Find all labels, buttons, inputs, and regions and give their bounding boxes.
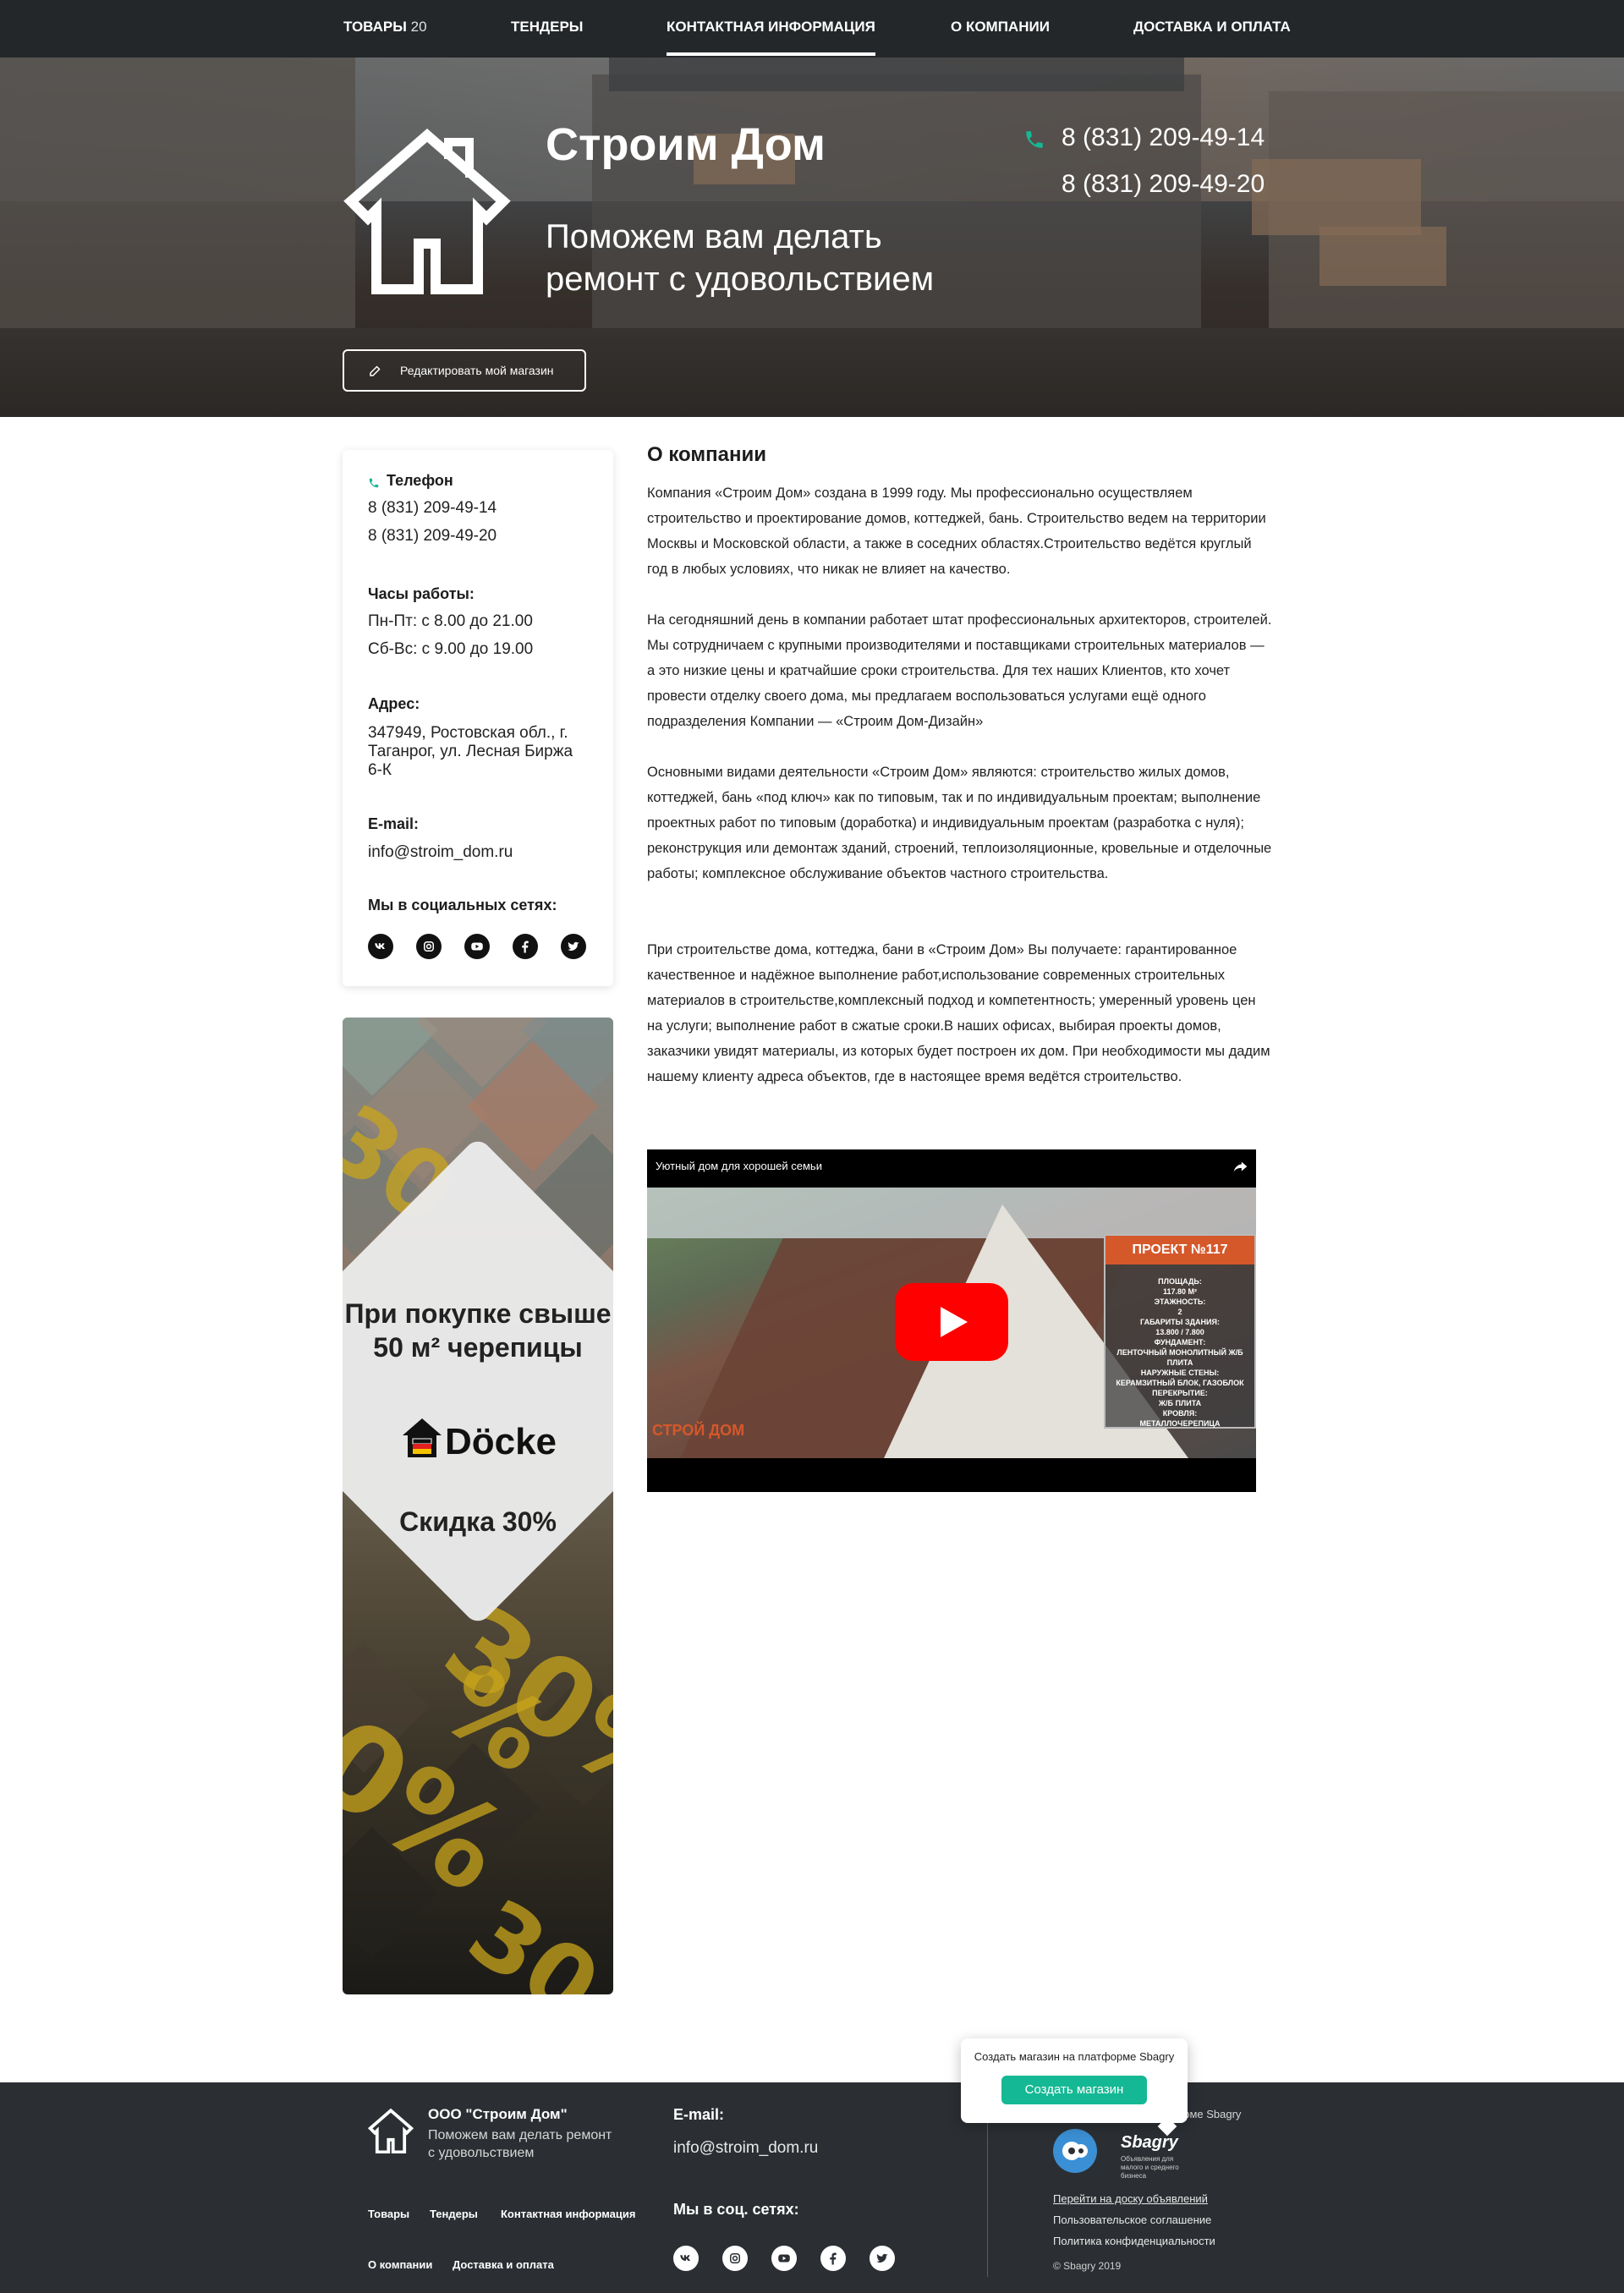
footer-email-label: E-mail: — [673, 2106, 725, 2123]
docke-house-icon — [402, 1418, 442, 1457]
instagram-icon[interactable] — [416, 934, 442, 959]
facebook-icon[interactable] — [513, 934, 538, 959]
house-logo-icon — [368, 2108, 414, 2153]
link-board[interactable]: Перейти на доску объявлений — [1053, 2192, 1208, 2205]
footer: ООО "Строим Дом" Поможем вам делать ремо… — [0, 2082, 1624, 2293]
contact-card: Телефон 8 (831) 209-49-14 8 (831) 209-49… — [343, 450, 613, 986]
nav-products-count: 20 — [410, 19, 427, 35]
sbagry-logo-icon — [1053, 2129, 1097, 2173]
footer-link-contacts[interactable]: Контактная информация — [501, 2208, 635, 2220]
edit-store-label: Редактировать мой магазин — [400, 364, 554, 377]
nav-item-about[interactable]: О КОМПАНИИ — [951, 0, 1050, 58]
project-specs: ПЛОЩАДЬ: 117.80 М² ЭТАЖНОСТЬ: 2 ГАБАРИТЫ… — [1116, 1277, 1244, 1428]
hero-phone-2[interactable]: 8 (831) 209-49-20 — [1062, 170, 1265, 199]
top-navigation: ТОВАРЫ 20 ТЕНДЕРЫ КОНТАКТНАЯ ИНФОРМАЦИЯ … — [0, 0, 1624, 58]
footer-link-delivery[interactable]: Доставка и оплата — [453, 2258, 554, 2271]
nav-item-tenders[interactable]: ТЕНДЕРЫ — [511, 0, 583, 58]
video-watermark: СТРОЙ ДОМ — [652, 1422, 745, 1439]
promo-banner[interactable]: 30 % 30% 0% 30 При покупке свыше 50 м² ч… — [343, 1018, 613, 1994]
link-user-agreement[interactable]: Пользовательское соглашение — [1053, 2213, 1211, 2226]
instagram-icon[interactable] — [722, 2246, 748, 2271]
nav-item-products[interactable]: ТОВАРЫ 20 — [343, 0, 427, 58]
about-title: О компании — [647, 443, 766, 466]
footer-link-products[interactable]: Товары — [368, 2208, 409, 2220]
vk-icon[interactable] — [368, 934, 393, 959]
create-store-popup: Создать магазин на платформе Sbagry Созд… — [961, 2038, 1188, 2137]
phone-icon — [369, 478, 379, 488]
sbagry-name: Sbagry — [1121, 2133, 1178, 2152]
link-privacy-policy[interactable]: Политика конфиденциальности — [1053, 2235, 1215, 2247]
docke-logo: Döcke — [343, 1415, 613, 1463]
copyright: © Sbagry 2019 — [1053, 2260, 1122, 2272]
twitter-icon[interactable] — [870, 2246, 895, 2271]
video-player[interactable]: Уютный дом для хорошей семьи ПРОЕКТ №117… — [647, 1149, 1256, 1492]
youtube-icon[interactable] — [771, 2246, 797, 2271]
promo-text-bottom: Скидка 30% — [399, 1506, 557, 1537]
address-text: 347949, Ростовская обл., г. Таганрог, ул… — [368, 724, 573, 779]
contact-phone-2[interactable]: 8 (831) 209-49-20 — [368, 527, 497, 546]
hero-phone-1[interactable]: 8 (831) 209-49-14 — [1062, 123, 1265, 152]
youtube-icon[interactable] — [464, 934, 490, 959]
hours-weekend: Сб-Вс: с 9.00 до 19.00 — [368, 640, 534, 658]
vk-icon[interactable] — [673, 2246, 699, 2271]
footer-social-label: Мы в соц. сетях: — [673, 2201, 799, 2218]
hero-title: Строим Дом — [546, 119, 826, 170]
promo-text-top: При покупке свыше 50 м² черепицы — [344, 1298, 612, 1363]
hero-subtitle: Поможем вам делать ремонт с удовольствие… — [546, 218, 935, 298]
email-label: E-mail: — [368, 815, 420, 832]
phone-icon — [1026, 131, 1043, 148]
play-button[interactable] — [895, 1283, 1008, 1361]
social-label: Мы в социальных сетях: — [368, 897, 557, 913]
about-paragraph: Компания «Строим Дом» создана в 1999 год… — [647, 485, 1266, 577]
contact-email[interactable]: info@stroim_dom.ru — [368, 843, 513, 862]
nav-item-delivery[interactable]: ДОСТАВКА И ОПЛАТА — [1133, 0, 1291, 58]
footer-link-about[interactable]: О компании — [368, 2258, 432, 2271]
nav-item-contacts[interactable]: КОНТАКТНАЯ ИНФОРМАЦИЯ — [667, 0, 875, 56]
decor-percent: 30 — [450, 1878, 613, 1994]
footer-divider — [987, 2108, 988, 2277]
popup-text: Создать магазин на платформе Sbagry — [974, 2050, 1175, 2063]
contact-phone-1[interactable]: 8 (831) 209-49-14 — [368, 499, 497, 518]
facebook-icon[interactable] — [820, 2246, 846, 2271]
phone-label: Телефон — [387, 472, 453, 489]
house-logo-icon — [343, 129, 511, 294]
footer-link-tenders[interactable]: Тендеры — [430, 2208, 478, 2220]
hours-weekdays: Пн-Пт: с 8.00 до 21.00 — [368, 612, 533, 630]
address-label: Адрес: — [368, 695, 420, 712]
footer-email[interactable]: info@stroim_dom.ru — [673, 2139, 818, 2158]
twitter-icon[interactable] — [561, 934, 586, 959]
project-heading: ПРОЕКТ №117 — [1106, 1236, 1254, 1264]
create-store-button[interactable]: Создать магазин — [1001, 2076, 1147, 2104]
project-card: ПРОЕКТ №117 ПЛОЩАДЬ: 117.80 М² ЭТАЖНОСТЬ… — [1104, 1234, 1256, 1429]
footer-company-name: ООО "Строим Дом" — [428, 2106, 568, 2122]
footer-tagline: Поможем вам делать ремонт с удовольствие… — [428, 2128, 612, 2160]
sbagry-tagline: Объявления для малого и среднего бизнеса — [1121, 2155, 1179, 2180]
hours-label: Часы работы: — [368, 585, 475, 602]
about-paragraph: Основными видами деятельности «Строим До… — [647, 765, 1272, 881]
edit-icon — [370, 365, 381, 376]
about-paragraph: При строительстве дома, коттеджа, бани в… — [647, 942, 1270, 1084]
about-paragraph: На сегодняшний день в компании работает … — [647, 612, 1272, 729]
edit-store-button[interactable]: Редактировать мой магазин — [343, 349, 586, 392]
video-title[interactable]: Уютный дом для хорошей семьи — [656, 1160, 822, 1172]
share-icon[interactable] — [1231, 1158, 1249, 1177]
